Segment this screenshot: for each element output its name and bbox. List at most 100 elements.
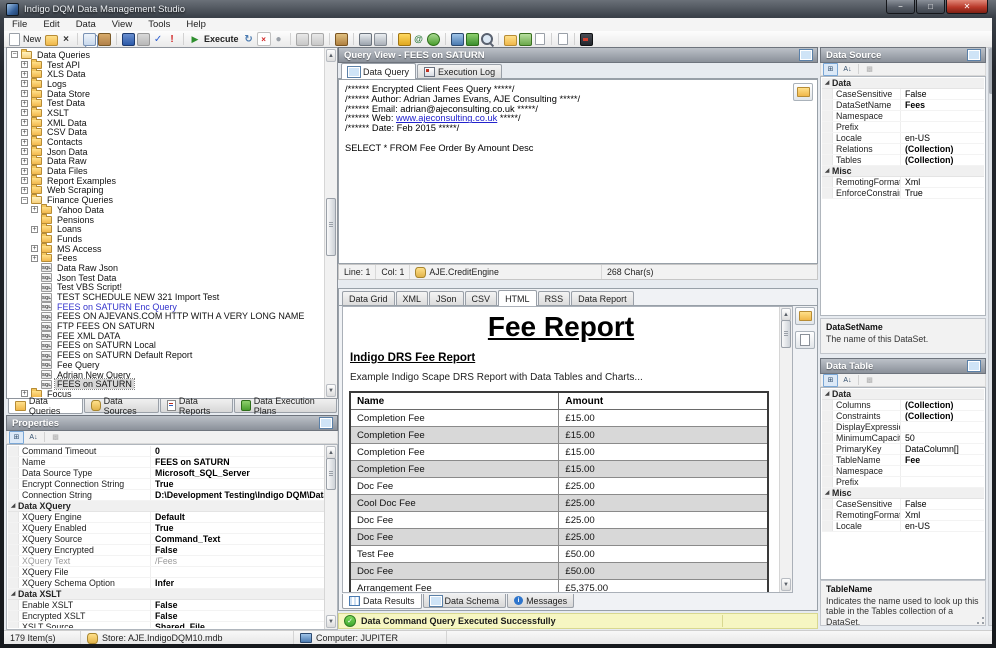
tab-rss[interactable]: RSS — [538, 291, 571, 305]
tree-item[interactable]: +Yahoo Data — [8, 205, 323, 215]
tree-item[interactable]: SQLAdrian New Query — [8, 370, 323, 380]
collapse-icon[interactable]: − — [11, 51, 18, 58]
tree-item[interactable]: SQLFEES on SATURN — [8, 379, 323, 389]
property-row[interactable]: Constraints(Collection) — [822, 411, 984, 422]
tree-item[interactable]: SQLData Raw Json — [8, 263, 323, 273]
property-row[interactable]: Tables(Collection) — [822, 155, 984, 166]
web-link[interactable]: www.ajeconsulting.co.uk — [396, 113, 497, 123]
open-icon[interactable] — [45, 33, 58, 45]
categorize-icon[interactable]: ⊞ — [823, 374, 838, 387]
property-category[interactable]: ◢Data — [822, 78, 984, 89]
report-doc-icon[interactable] — [557, 33, 569, 45]
important-icon[interactable]: ! — [166, 33, 178, 45]
cancel-icon[interactable]: × — [257, 32, 271, 46]
property-row[interactable]: XQuery EngineDefault — [8, 512, 324, 523]
maximize-button[interactable]: □ — [916, 0, 945, 14]
print-icon[interactable] — [359, 33, 372, 45]
menu-view[interactable]: View — [104, 18, 140, 31]
tree-item[interactable]: +Json Data — [8, 147, 323, 157]
property-row[interactable]: NameFEES on SATURN — [8, 457, 324, 468]
property-row[interactable]: Namespace — [822, 111, 984, 122]
tab-json[interactable]: JSon — [429, 291, 464, 305]
property-row[interactable]: CaseSensitiveFalse — [822, 89, 984, 100]
property-row[interactable]: RemotingFormatXml — [822, 177, 984, 188]
tree-item[interactable]: SQLFEE XML DATA — [8, 331, 323, 341]
property-row[interactable]: PrimaryKeyDataColumn[] — [822, 444, 984, 455]
property-row[interactable]: Namespace — [822, 466, 984, 477]
tab-csv[interactable]: CSV — [465, 291, 498, 305]
resize-grip[interactable] — [977, 617, 984, 624]
tree-item[interactable]: +Fees — [8, 253, 323, 263]
exit-icon[interactable] — [580, 33, 593, 45]
property-row[interactable]: CaseSensitiveFalse — [822, 499, 984, 510]
right-panel-scrollbar[interactable] — [988, 47, 992, 626]
categorize-icon[interactable]: ⊞ — [9, 431, 24, 444]
tree-item[interactable]: SQLFEES on SATURN Enc Query — [8, 302, 323, 312]
email-icon[interactable]: @ — [413, 33, 425, 45]
tree-item[interactable]: SQLTEST SCHEDULE NEW 321 Import Test — [8, 292, 323, 302]
copy-icon[interactable] — [83, 33, 96, 45]
save-icon[interactable] — [122, 33, 135, 45]
property-row[interactable]: TableNameFee — [822, 455, 984, 466]
open-report-button[interactable] — [795, 307, 815, 325]
property-row[interactable]: XQuery EncryptedFalse — [8, 545, 324, 556]
delete-icon[interactable]: × — [60, 33, 72, 45]
lock-icon[interactable] — [398, 33, 411, 45]
property-row[interactable]: XQuery SourceCommand_Text — [8, 534, 324, 545]
tree-item[interactable]: SQLTest VBS Script! — [8, 283, 323, 293]
property-row[interactable]: DataSetNameFees — [822, 100, 984, 111]
expand-icon[interactable]: + — [31, 245, 38, 252]
expand-icon[interactable]: + — [21, 139, 28, 146]
property-row[interactable]: EnforceConstraintsTrue — [822, 188, 984, 199]
property-pages-icon[interactable]: ▩ — [862, 63, 877, 76]
tree-scrollbar[interactable]: ▲ ▼ — [324, 48, 337, 398]
property-row[interactable]: Connection StringD:\Development Testing\… — [8, 490, 324, 501]
property-category[interactable]: ◢Misc — [822, 166, 984, 177]
new-button-label[interactable]: New — [23, 34, 41, 44]
tree-item[interactable]: −Finance Queries — [8, 195, 323, 205]
tree-item[interactable]: Funds — [8, 234, 323, 244]
server-icon[interactable] — [519, 33, 532, 45]
execute-button-label[interactable]: Execute — [204, 34, 239, 44]
expand-icon[interactable]: + — [21, 148, 28, 155]
menu-data[interactable]: Data — [68, 18, 104, 31]
property-row[interactable]: Columns(Collection) — [822, 400, 984, 411]
scroll-down-icon[interactable]: ▼ — [781, 578, 791, 591]
tree-item[interactable]: +XSLT — [8, 108, 323, 118]
duplicate-icon[interactable] — [311, 33, 324, 45]
tree-item[interactable]: SQLFEES on SATURN Default Report — [8, 350, 323, 360]
expand-icon[interactable]: + — [31, 255, 38, 262]
expand-icon[interactable]: + — [21, 177, 28, 184]
new-button[interactable] — [8, 33, 20, 45]
tree-item[interactable]: SQLFEES on SATURN Local — [8, 341, 323, 351]
tab-data-schema[interactable]: Data Schema — [423, 594, 507, 608]
preview-scrollbar-thumb[interactable] — [781, 320, 791, 348]
save-all-icon[interactable] — [137, 33, 150, 45]
paste-icon[interactable] — [98, 33, 111, 45]
expand-icon[interactable]: + — [21, 109, 28, 116]
tree-item[interactable]: +MS Access — [8, 244, 323, 254]
print-preview-icon[interactable] — [374, 33, 387, 45]
sort-alpha-icon[interactable]: A↓ — [840, 63, 855, 76]
scroll-up-icon[interactable]: ▲ — [326, 49, 336, 62]
tree-item[interactable]: +Data Raw — [8, 157, 323, 167]
tab-messages[interactable]: iMessages — [507, 594, 574, 608]
tab-data-sources[interactable]: Data Sources — [84, 399, 159, 413]
property-row[interactable]: Data Source TypeMicrosoft_SQL_Server — [8, 468, 324, 479]
pin-panel-icon[interactable] — [320, 418, 332, 428]
tree-item[interactable]: +Test API — [8, 60, 323, 70]
property-row[interactable]: Encrypted XSLTFalse — [8, 611, 324, 622]
property-row[interactable]: XSLT SourceShared_File — [8, 622, 324, 628]
tree-item[interactable]: +Loans — [8, 224, 323, 234]
expand-icon[interactable]: + — [21, 90, 28, 97]
tree-item[interactable]: +CSV Data — [8, 128, 323, 138]
tree-item[interactable]: +Logs — [8, 79, 323, 89]
validate-icon[interactable]: ✓ — [152, 33, 164, 45]
properties-scrollbar-thumb[interactable] — [326, 458, 336, 490]
menu-help[interactable]: Help — [178, 18, 214, 31]
tree-item[interactable]: Pensions — [8, 215, 323, 225]
expand-icon[interactable]: + — [21, 80, 28, 87]
expand-icon[interactable]: + — [21, 119, 28, 126]
pin-panel-icon[interactable] — [968, 361, 980, 371]
export-icon[interactable] — [534, 33, 546, 45]
